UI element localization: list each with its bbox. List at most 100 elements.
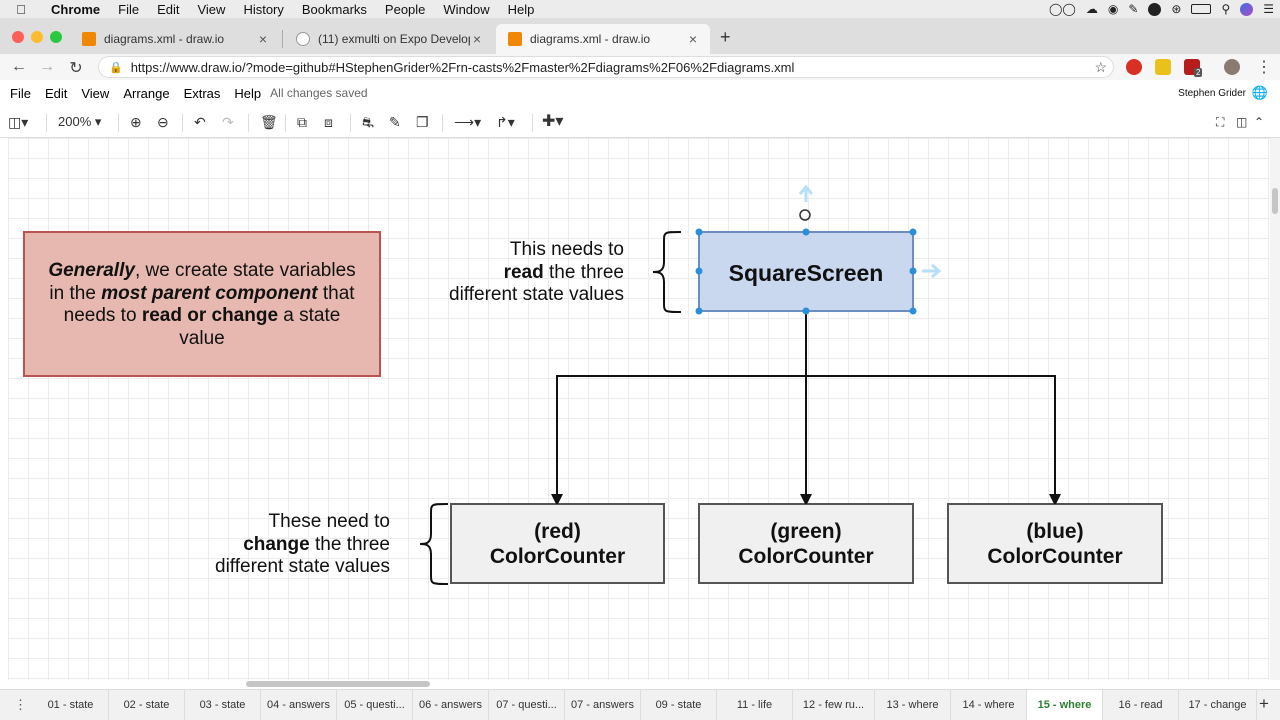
bookmark-star-icon[interactable]: ☆: [1094, 59, 1107, 76]
mac-menu-history[interactable]: History: [234, 2, 292, 17]
page-tab[interactable]: 17 - change: [1179, 690, 1257, 720]
page-tab[interactable]: 09 - state: [641, 690, 717, 720]
reload-icon[interactable]: ↻: [66, 58, 86, 78]
mac-menu-edit[interactable]: Edit: [148, 2, 188, 17]
wifi-icon[interactable]: ⊛: [1171, 2, 1181, 16]
browser-tab-3[interactable]: diagrams.xml - draw.io ×: [496, 24, 710, 54]
read-brace[interactable]: [652, 231, 682, 313]
apple-menu-icon[interactable]: : [0, 2, 42, 17]
line-color-icon[interactable]: ✎: [389, 113, 401, 131]
zoom-select[interactable]: 200% ▾: [58, 113, 101, 131]
drawio-menu-extras[interactable]: Extras: [177, 86, 228, 101]
hover-arrow-up-icon[interactable]: [798, 184, 814, 202]
chrome-menu-icon[interactable]: ⋮: [1256, 57, 1272, 77]
to-front-icon[interactable]: ⧉: [297, 113, 307, 131]
user-menu[interactable]: Stephen Grider: [1178, 88, 1246, 99]
page-tab[interactable]: 07 - answers: [565, 690, 641, 720]
insert-plus-icon[interactable]: ✚▾: [542, 113, 563, 131]
to-back-icon[interactable]: ⧈: [324, 113, 333, 131]
page-tab[interactable]: 02 - state: [109, 690, 185, 720]
siri-icon[interactable]: [1240, 2, 1254, 16]
browser-tab-1[interactable]: diagrams.xml - draw.io ×: [70, 24, 280, 54]
battery-icon[interactable]: [1191, 4, 1212, 14]
format-panel-icon[interactable]: ◫▾: [8, 113, 28, 131]
drawio-menu-view[interactable]: View: [74, 86, 116, 101]
delete-icon[interactable]: 🗑: [260, 113, 278, 131]
page-tab[interactable]: 14 - where: [951, 690, 1027, 720]
drawio-menu-edit[interactable]: Edit: [38, 86, 74, 101]
browser-tab-2[interactable]: (11) exmulti on Expo Developer ×: [284, 24, 494, 54]
profile-avatar[interactable]: [1224, 59, 1240, 75]
notes-extension-icon[interactable]: [1155, 59, 1171, 75]
page-tab[interactable]: 15 - where: [1027, 690, 1103, 720]
page-tab[interactable]: 12 - few ru...: [793, 690, 875, 720]
connector-to-red[interactable]: [557, 312, 807, 500]
page-tab[interactable]: 16 - read: [1103, 690, 1179, 720]
address-bar[interactable]: 🔒 https://www.draw.io/?mode=github#HStep…: [98, 56, 1114, 78]
mac-menu-bookmarks[interactable]: Bookmarks: [293, 2, 376, 17]
ublock-extension-icon[interactable]: [1126, 59, 1142, 75]
close-tab-icon[interactable]: ×: [470, 31, 484, 47]
vertical-scrollbar[interactable]: [1270, 138, 1280, 680]
waypoints-icon[interactable]: ↱▾: [496, 113, 515, 131]
forward-icon[interactable]: →: [37, 58, 57, 76]
pen-icon[interactable]: ✎: [1128, 2, 1138, 16]
mac-menu-chrome[interactable]: Chrome: [42, 2, 109, 17]
drawio-menu-help[interactable]: Help: [227, 86, 268, 101]
redo-icon[interactable]: ↷: [222, 113, 234, 131]
vertical-scroll-thumb[interactable]: [1272, 188, 1278, 214]
mac-menu-view[interactable]: View: [188, 2, 234, 17]
close-tab-icon[interactable]: ×: [256, 31, 270, 47]
mac-menu-file[interactable]: File: [109, 2, 148, 17]
close-window-button[interactable]: [12, 31, 24, 43]
zoom-in-icon[interactable]: ⊕: [130, 113, 142, 131]
drawio-menu-arrange[interactable]: Arrange: [116, 86, 176, 101]
resize-handle[interactable]: [802, 307, 810, 315]
connection-style-icon[interactable]: ⟶▾: [454, 113, 481, 131]
record-icon[interactable]: [1148, 2, 1162, 16]
page-tab[interactable]: 07 - questi...: [489, 690, 565, 720]
page-tab[interactable]: 05 - questi...: [337, 690, 413, 720]
drawio-menu-file[interactable]: File: [0, 86, 38, 101]
elephant-icon[interactable]: ◉: [1108, 2, 1118, 16]
rotate-handle-icon[interactable]: [799, 209, 811, 221]
collapse-icon[interactable]: ⌃: [1254, 113, 1264, 131]
language-globe-icon[interactable]: 🌐: [1252, 85, 1268, 101]
cloud-icon[interactable]: ☁: [1086, 2, 1098, 16]
maximize-window-button[interactable]: [50, 31, 62, 43]
close-tab-icon[interactable]: ×: [686, 31, 700, 47]
connector-to-blue[interactable]: [806, 375, 1055, 500]
page-tab[interactable]: 13 - where: [875, 690, 951, 720]
glasses-icon[interactable]: ◯◯: [1049, 2, 1076, 16]
horizontal-scroll-thumb[interactable]: [246, 681, 430, 687]
page-tab[interactable]: 04 - answers: [261, 690, 337, 720]
undo-icon[interactable]: ↶: [194, 113, 206, 131]
mac-menu-help[interactable]: Help: [499, 2, 544, 17]
search-icon[interactable]: ⚲: [1221, 2, 1230, 16]
mac-menu-people[interactable]: People: [376, 2, 434, 17]
page-tab[interactable]: 11 - life: [717, 690, 793, 720]
page-tab[interactable]: 06 - answers: [413, 690, 489, 720]
notification-center-icon[interactable]: ☰: [1263, 2, 1274, 16]
hover-arrow-right-icon[interactable]: [922, 263, 942, 279]
resize-handle[interactable]: [909, 307, 917, 315]
resize-handle[interactable]: [695, 307, 703, 315]
add-page-icon[interactable]: +: [1259, 694, 1269, 714]
resize-handle[interactable]: [802, 228, 810, 236]
minimize-window-button[interactable]: [31, 31, 43, 43]
fullscreen-icon[interactable]: ⛶: [1216, 113, 1224, 131]
toggle-panel-icon[interactable]: ◫: [1236, 113, 1247, 131]
zoom-out-icon[interactable]: ⊖: [157, 113, 169, 131]
back-icon[interactable]: ←: [9, 58, 29, 76]
shadow-icon[interactable]: ❐: [416, 113, 429, 131]
fill-color-icon[interactable]: ⛐: [362, 113, 374, 131]
resize-handle[interactable]: [695, 228, 703, 236]
diagram-canvas[interactable]: Generally, we create state variables in t…: [8, 138, 1270, 680]
pages-menu-icon[interactable]: ⋮: [14, 697, 27, 713]
change-brace[interactable]: [419, 503, 449, 585]
page-tab[interactable]: 01 - state: [33, 690, 109, 720]
new-tab-button[interactable]: +: [720, 27, 731, 48]
mac-menu-window[interactable]: Window: [434, 2, 498, 17]
resize-handle[interactable]: [909, 228, 917, 236]
page-tab[interactable]: 03 - state: [185, 690, 261, 720]
